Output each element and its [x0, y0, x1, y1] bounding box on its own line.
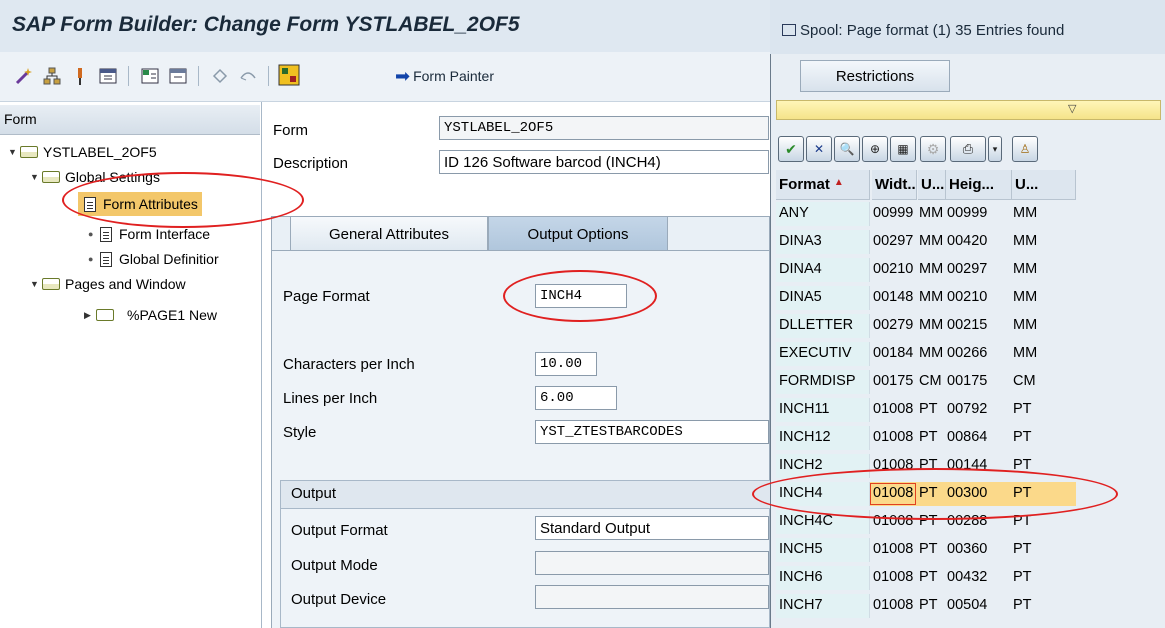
- expanded-arrow-icon[interactable]: ▼: [8, 147, 20, 157]
- output-device-field[interactable]: [535, 585, 769, 609]
- column-header-width-unit[interactable]: U...: [918, 170, 946, 200]
- table-row[interactable]: [776, 538, 1076, 562]
- form-painter-button[interactable]: ➡ Form Painter: [395, 64, 494, 88]
- cancel-icon[interactable]: ✕: [806, 136, 832, 162]
- annotation-ring-form-attributes: [62, 172, 304, 228]
- page-format-label: Page Format: [283, 288, 370, 305]
- table-row[interactable]: [776, 566, 1076, 590]
- tree-item-page1[interactable]: ▶ %PAGE1 New: [84, 303, 217, 327]
- style-label: Style: [283, 424, 317, 441]
- restrictions-tab[interactable]: Restrictions: [800, 60, 950, 92]
- output-format-field[interactable]: Standard Output: [535, 516, 769, 540]
- document-icon: [100, 251, 112, 267]
- table-row[interactable]: [776, 202, 1076, 226]
- folder-icon: [96, 309, 114, 321]
- column-header-height-unit[interactable]: U...: [1012, 170, 1076, 200]
- table-row[interactable]: [776, 286, 1076, 310]
- output-device-label: Output Device: [291, 591, 387, 608]
- toolbar-separator: [128, 66, 129, 86]
- expanded-arrow-icon[interactable]: ▼: [30, 279, 42, 289]
- popup-title: Spool: Page format (1) 35 Entries found: [770, 14, 1165, 54]
- cpi-field[interactable]: 10.00: [535, 352, 597, 376]
- sort-asc-icon: ▲: [833, 177, 844, 188]
- table-row[interactable]: [776, 426, 1076, 450]
- tree-item-root[interactable]: ▼ YSTLABEL_2OF5: [8, 140, 157, 164]
- undo-icon[interactable]: [210, 66, 230, 86]
- column-header-width[interactable]: Widt...: [872, 170, 917, 200]
- tab-general-attributes[interactable]: General Attributes: [290, 216, 488, 251]
- confirm-check-icon[interactable]: ✔: [778, 136, 804, 162]
- column-header-height[interactable]: Heig...: [946, 170, 1012, 200]
- tree-item-label: Pages and Window: [65, 276, 186, 292]
- restrictions-bar[interactable]: [776, 100, 1161, 120]
- arrow-right-icon: ➡: [395, 65, 411, 86]
- hierarchy-tree-icon[interactable]: ♙: [1012, 136, 1038, 162]
- bullet-icon: ●: [88, 254, 94, 264]
- popup-window-icon: [782, 24, 796, 36]
- pin-icon[interactable]: [70, 66, 90, 86]
- popup-titlebar: [770, 0, 1165, 14]
- annotation-ring-page-format: [503, 270, 657, 322]
- description-field[interactable]: ID 126 Software barcod (INCH4): [439, 150, 769, 174]
- tree-item-label: Form Interface: [119, 226, 211, 242]
- table-row[interactable]: [776, 594, 1076, 618]
- description-label: Description: [273, 155, 349, 172]
- tab-output-options[interactable]: Output Options: [488, 216, 668, 251]
- table-row[interactable]: [776, 370, 1076, 394]
- expand-icon[interactable]: [140, 66, 160, 86]
- expanded-arrow-icon[interactable]: ▼: [30, 172, 42, 182]
- folder-open-icon: [20, 146, 38, 158]
- lpi-field[interactable]: 6.00: [535, 386, 617, 410]
- table-row[interactable]: [776, 230, 1076, 254]
- print-icon[interactable]: ⎙: [950, 136, 986, 162]
- tree-item-label: %PAGE1 New: [127, 307, 217, 323]
- table-row[interactable]: [776, 342, 1076, 366]
- annotation-ring-inch4-row: [752, 468, 1118, 520]
- form-label: Form: [273, 122, 308, 139]
- style-field[interactable]: YST_ZTESTBARCODES: [535, 420, 769, 444]
- redo-icon[interactable]: [238, 66, 258, 86]
- table-row[interactable]: [776, 398, 1076, 422]
- popup-title-text: Spool: Page format (1) 35 Entries found: [800, 22, 1065, 39]
- output-mode-label: Output Mode: [291, 557, 378, 574]
- find-icon[interactable]: 🔍: [834, 136, 860, 162]
- collapse-icon[interactable]: [168, 66, 188, 86]
- collapsed-arrow-icon[interactable]: ▶: [84, 310, 96, 321]
- window-title: SAP Form Builder: Change Form YSTLABEL_2…: [12, 13, 520, 36]
- tree-header: Form: [0, 105, 260, 135]
- table-row[interactable]: [776, 314, 1076, 338]
- tree-item-pages-windows[interactable]: ▼ Pages and Window: [30, 272, 186, 296]
- folder-open-icon: [42, 171, 60, 183]
- bullet-icon: ●: [88, 229, 94, 239]
- table-row[interactable]: [776, 258, 1076, 282]
- layout-icon[interactable]: [98, 66, 118, 86]
- form-painter-label: Form Painter: [413, 68, 495, 84]
- layout-grid-icon[interactable]: ▦: [890, 136, 916, 162]
- output-format-label: Output Format: [291, 522, 388, 539]
- document-icon: [100, 226, 112, 242]
- settings-disabled-icon[interactable]: ⚙: [920, 136, 946, 162]
- expand-down-icon[interactable]: ▽: [1068, 102, 1076, 115]
- form-name-field[interactable]: YSTLABEL_2OF5: [439, 116, 769, 140]
- column-header-format[interactable]: Format ▲: [776, 170, 870, 200]
- tree-item-global-definitions[interactable]: ● Global Definitior: [88, 247, 219, 271]
- tree-item-label: Global Definitior: [119, 251, 219, 267]
- output-group-title: Output: [281, 481, 770, 509]
- find-next-icon[interactable]: ⊕: [862, 136, 888, 162]
- cpi-label: Characters per Inch: [283, 356, 415, 373]
- lpi-label: Lines per Inch: [283, 390, 378, 407]
- output-mode-field[interactable]: [535, 551, 769, 575]
- print-dropdown-icon[interactable]: ▾: [988, 136, 1002, 162]
- toolbar-separator: [268, 66, 269, 86]
- palette-icon[interactable]: [278, 64, 300, 86]
- magic-wand-icon[interactable]: [14, 66, 34, 86]
- toolbar-separator: [198, 66, 199, 86]
- hierarchy-icon[interactable]: [42, 66, 62, 86]
- tree-item-label: YSTLABEL_2OF5: [43, 144, 157, 160]
- folder-open-icon: [42, 278, 60, 290]
